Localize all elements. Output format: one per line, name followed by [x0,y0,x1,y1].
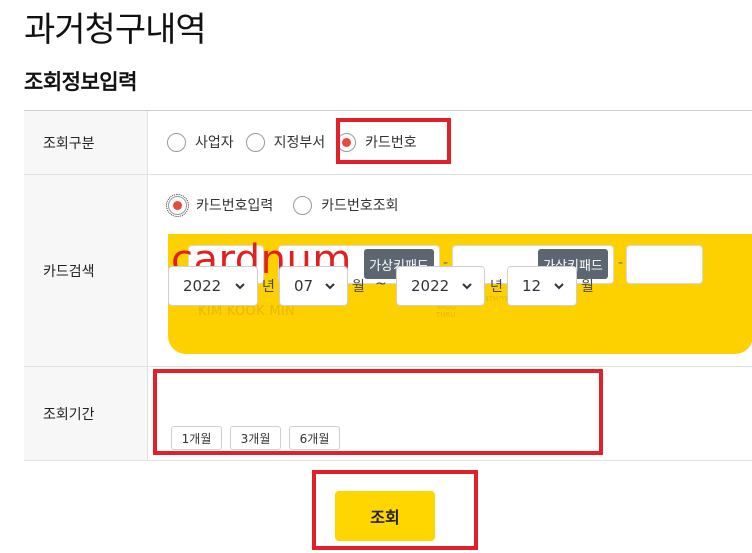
radio-checked-icon [166,193,189,217]
card-number-field-4[interactable] [626,245,703,284]
radio-circle-icon [167,132,186,152]
radio-card-number[interactable]: 카드번호 [337,132,417,152]
from-year-unit: 년 [262,279,275,295]
chevron-down-icon [554,283,564,290]
period-1-month-button[interactable]: 1개월 [171,426,222,450]
radio-department-label: 지정부서 [273,135,326,151]
period-label: 조회기간 [24,367,148,460]
radio-business[interactable]: 사업자 [167,132,234,152]
to-month-value: 12 [522,277,542,295]
card-search-radio-group: 카드번호입력 카드번호조회 [166,193,411,217]
from-month-unit: 월 [352,279,365,295]
to-year-select[interactable]: 2022 [396,266,485,306]
period-row: 조회기간 [24,367,752,461]
radio-checked-icon [337,132,357,152]
card-search-label: 카드검색 [24,175,148,366]
chevron-down-icon [462,283,472,290]
inquiry-type-radio-group: 사업자 지정부서 카드번호 [167,132,429,152]
card-dash-2: - [618,255,624,271]
radio-card-number-lookup-label: 카드번호조회 [321,198,399,214]
card-holder-name: KIM KOOK MIN [198,304,296,319]
to-year-value: 2022 [411,277,450,295]
search-button[interactable]: 조회 [335,491,435,541]
from-month-value: 07 [294,277,314,295]
period-3-month-button[interactable]: 3개월 [230,426,281,450]
radio-circle-icon [245,132,265,152]
to-month-select[interactable]: 12 [507,266,577,306]
radio-card-number-lookup[interactable]: 카드번호조회 [293,195,399,215]
to-year-unit: 년 [490,279,503,295]
from-year-value: 2022 [183,277,222,295]
chevron-down-icon [325,283,335,290]
radio-business-label: 사업자 [195,135,234,151]
section-title: 조회정보입력 [24,70,137,94]
radio-card-number-label: 카드번호 [365,135,417,151]
radio-card-number-input-label: 카드번호입력 [196,198,274,214]
page-title: 과거청구내역 [24,10,207,50]
radio-card-number-input[interactable]: 카드번호입력 [166,193,274,217]
radio-circle-icon [293,195,313,215]
from-month-select[interactable]: 07 [279,266,348,306]
inquiry-type-label: 조회구분 [24,111,148,174]
radio-department[interactable]: 지정부서 [245,132,326,152]
chevron-down-icon [235,283,245,290]
from-year-select[interactable]: 2022 [168,266,258,306]
period-6-month-button[interactable]: 6개월 [289,426,340,450]
inquiry-form: 조회구분 사업자 지정부서 카드번호 카드검색 카드번호입력 카드번호조회 조회… [24,110,752,461]
period-tilde: ~ [375,276,387,292]
to-month-unit: 월 [581,279,594,295]
inquiry-type-row: 조회구분 사업자 지정부서 카드번호 [24,111,752,175]
